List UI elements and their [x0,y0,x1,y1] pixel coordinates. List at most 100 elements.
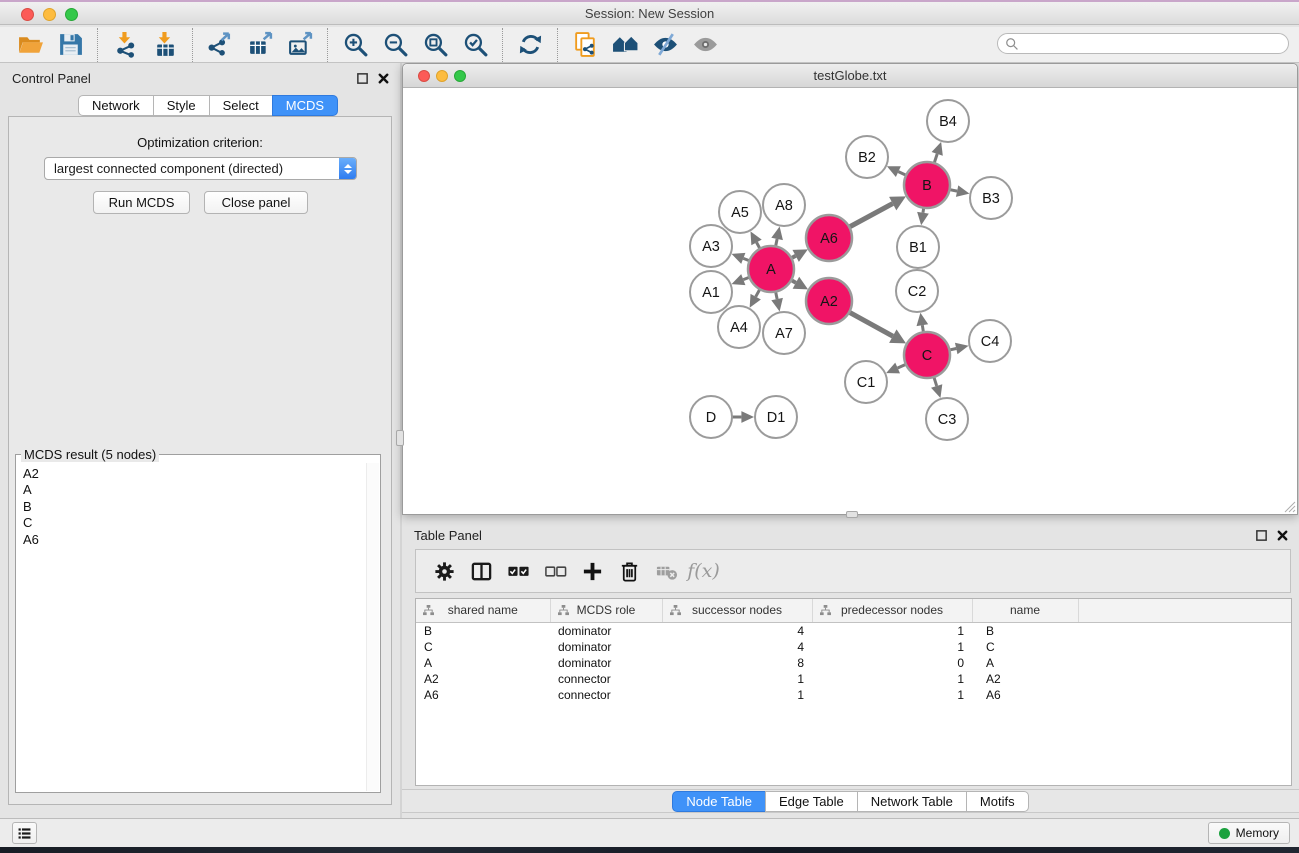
criterion-select[interactable]: largest connected component (directed) [44,157,357,180]
table-row[interactable]: Cdominator41C [416,639,1291,655]
table-cell[interactable]: A6 [416,687,550,703]
table-row[interactable]: Adominator80A [416,655,1291,671]
delete-column-button[interactable] [611,552,648,590]
table-cell[interactable]: 0 [812,655,972,671]
table-cell[interactable]: dominator [550,655,662,671]
graph-node-d1[interactable]: D1 [755,396,797,438]
memory-button[interactable]: Memory [1208,822,1290,844]
table-cell[interactable]: 1 [812,622,972,639]
network-close-button[interactable] [418,70,430,82]
maximize-button[interactable] [65,8,78,21]
graph-node-c3[interactable]: C3 [926,398,968,440]
zoom-selected-button[interactable] [455,28,495,62]
table-cell[interactable]: 8 [662,655,812,671]
table-cell[interactable]: A2 [416,671,550,687]
table-row[interactable]: A6connector11A6 [416,687,1291,703]
tab-mcds[interactable]: MCDS [272,95,338,116]
float-panel-icon[interactable] [1255,529,1268,547]
table-cell[interactable]: B [972,622,1078,639]
graph-node-c1[interactable]: C1 [845,361,887,403]
table-cell[interactable]: A [972,655,1078,671]
network-maximize-button[interactable] [454,70,466,82]
horizontal-splitter-grip[interactable] [846,511,858,518]
list-item[interactable]: C [23,515,365,531]
task-history-button[interactable] [12,822,37,844]
list-item[interactable]: A2 [23,466,365,482]
graph-edge-A2-C[interactable] [847,311,892,336]
close-button[interactable] [21,8,34,21]
table-cell[interactable]: C [972,639,1078,655]
table-cell[interactable]: C [416,639,550,655]
tab-network[interactable]: Network [78,95,154,116]
graph-node-a5[interactable]: A5 [719,191,761,233]
window-resize-grip[interactable] [1283,500,1296,513]
hide-details-button[interactable] [645,28,685,62]
network-canvas[interactable]: B4B2BB3A5A8A6A3B1AA1C2A2A4A7C4CC1C3DD1 [403,88,1297,514]
table-cell[interactable]: A [416,655,550,671]
export-image-button[interactable] [280,28,320,62]
run-mcds-button[interactable]: Run MCDS [93,191,190,214]
import-table-button[interactable] [145,28,185,62]
table-cell[interactable]: 4 [662,622,812,639]
graph-node-b4[interactable]: B4 [927,100,969,142]
table-cell[interactable]: 1 [812,639,972,655]
table-cell[interactable]: 1 [662,687,812,703]
table-cell[interactable]: A2 [972,671,1078,687]
graph-node-d[interactable]: D [690,396,732,438]
table-cell[interactable]: B [416,622,550,639]
deselect-all-button[interactable] [537,552,574,590]
table-cell[interactable]: 1 [812,671,972,687]
select-all-button[interactable] [500,552,537,590]
export-table-button[interactable] [240,28,280,62]
add-column-button[interactable] [574,552,611,590]
tab-network-table[interactable]: Network Table [857,791,967,812]
close-panel-button[interactable]: Close panel [204,191,308,214]
network-minimize-button[interactable] [436,70,448,82]
tab-edge-table[interactable]: Edge Table [765,791,858,812]
export-network-button[interactable] [200,28,240,62]
graph-node-a7[interactable]: A7 [763,312,805,354]
table-row[interactable]: A2connector11A2 [416,671,1291,687]
copy-view-button[interactable] [565,28,605,62]
open-session-button[interactable] [10,28,50,62]
search-box[interactable] [997,33,1289,54]
zoom-out-button[interactable] [375,28,415,62]
list-item[interactable]: A6 [23,532,365,548]
tab-style[interactable]: Style [153,95,210,116]
column-header-predecessor-nodes[interactable]: predecessor nodes [812,599,972,622]
graph-node-a4[interactable]: A4 [718,306,760,348]
column-header-mcds-role[interactable]: MCDS role [550,599,662,622]
graph-node-b2[interactable]: B2 [846,136,888,178]
show-columns-button[interactable] [463,552,500,590]
graph-node-c4[interactable]: C4 [969,320,1011,362]
tab-select[interactable]: Select [209,95,273,116]
graph-node-c2[interactable]: C2 [896,270,938,312]
float-panel-icon[interactable] [356,72,369,90]
graph-node-b3[interactable]: B3 [970,177,1012,219]
graph-node-a2[interactable]: A2 [806,278,852,324]
save-session-button[interactable] [50,28,90,62]
table-cell[interactable]: A6 [972,687,1078,703]
close-panel-icon[interactable] [1276,529,1289,547]
graph-node-c[interactable]: C [904,332,950,378]
graph-node-a3[interactable]: A3 [690,225,732,267]
column-header-shared-name[interactable]: shared name [416,599,550,622]
table-cell[interactable]: 1 [662,671,812,687]
table-row[interactable]: Bdominator41B [416,622,1291,639]
home-button[interactable] [605,28,645,62]
graph-node-a[interactable]: A [748,246,794,292]
graph-node-a8[interactable]: A8 [763,184,805,226]
graph-node-b[interactable]: B [904,162,950,208]
table-cell[interactable]: 4 [662,639,812,655]
graph-node-b1[interactable]: B1 [897,226,939,268]
minimize-button[interactable] [43,8,56,21]
close-panel-icon[interactable] [377,72,390,90]
table-cell[interactable]: 1 [812,687,972,703]
list-item[interactable]: A [23,482,365,498]
result-scrollbar[interactable] [366,463,379,791]
zoom-fit-button[interactable] [415,28,455,62]
tab-node-table[interactable]: Node Table [672,791,766,812]
column-header-successor-nodes[interactable]: successor nodes [662,599,812,622]
table-cell[interactable]: connector [550,687,662,703]
table-cell[interactable]: dominator [550,622,662,639]
